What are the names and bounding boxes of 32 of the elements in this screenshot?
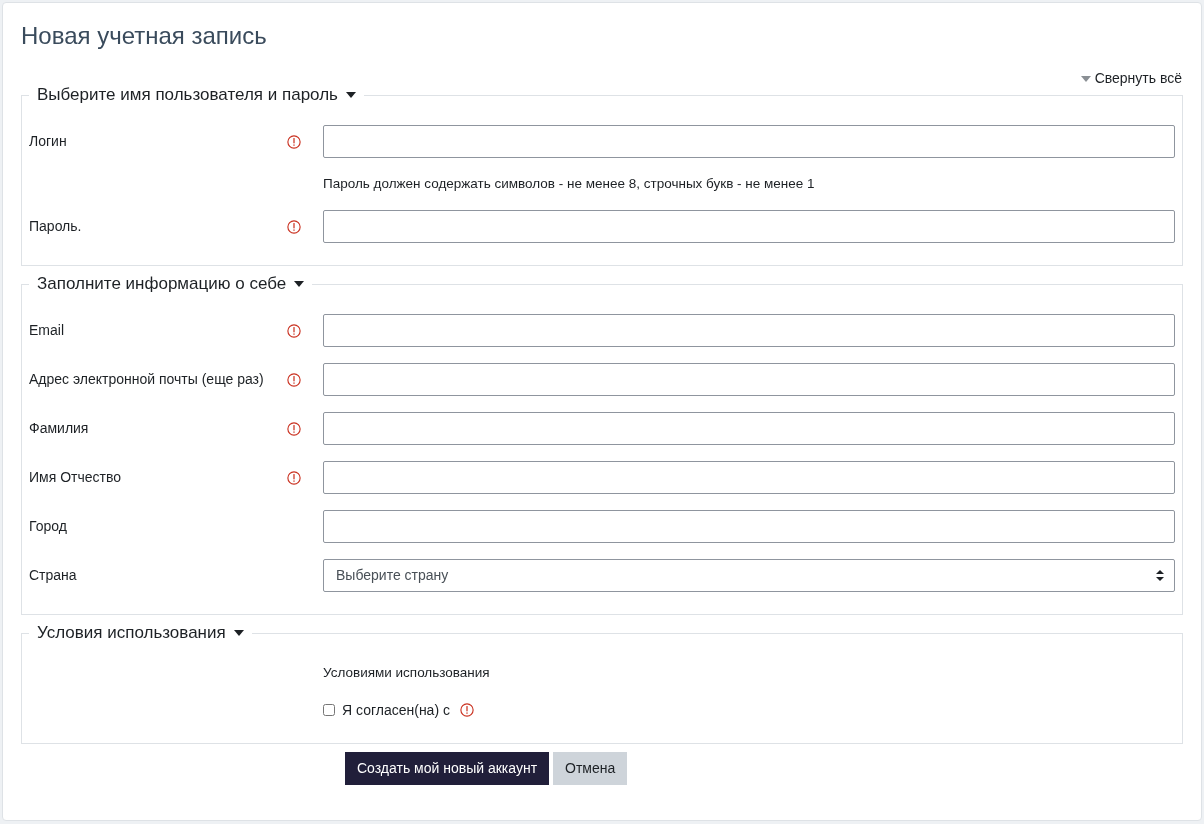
updown-caret-icon — [1156, 570, 1164, 582]
field-label: Имя Отчество — [29, 469, 122, 486]
text-field[interactable] — [323, 461, 1175, 495]
caret-icon — [345, 92, 356, 98]
country-dropdown[interactable]: Выберите страну — [323, 559, 1175, 593]
caret-icon — [1080, 75, 1091, 82]
text-field[interactable] — [323, 363, 1175, 397]
text-field[interactable] — [323, 314, 1175, 348]
hint-text: Условиями использования — [323, 664, 490, 683]
collapse-all-link[interactable]: Свернуть всё — [1080, 68, 1182, 89]
checkbox-label: Я согласен(на) с — [342, 700, 450, 720]
caret-icon — [233, 630, 244, 637]
agree-checkbox[interactable] — [323, 704, 335, 716]
field-label: Город — [29, 518, 67, 535]
section-toggle[interactable]: Выберите имя пользователя и пароль — [29, 83, 364, 107]
field-label: Фамилия — [29, 420, 89, 437]
field-label: Email — [29, 322, 64, 339]
section-toggle[interactable]: Заполните информацию о себе — [29, 272, 313, 297]
cancel-button[interactable]: Отмена — [553, 751, 628, 785]
field-label: Логин — [29, 133, 67, 149]
hint-text: Пароль должен содержать символов - не менее 8, строчных букв - не менее 1 — [323, 175, 815, 193]
caret-icon — [294, 281, 305, 288]
text-field[interactable] — [323, 412, 1175, 446]
page-title: Новая учетная запись — [21, 21, 268, 51]
text-field[interactable] — [323, 510, 1175, 544]
text-field[interactable] — [323, 125, 1175, 158]
section-toggle[interactable]: Условия использования — [29, 621, 252, 646]
field-label: Пароль. — [29, 218, 82, 235]
text-field[interactable] — [323, 210, 1175, 244]
field-label: Страна — [29, 567, 77, 584]
field-label: Адрес электронной почты (еще раз) — [29, 371, 264, 388]
submit-button[interactable]: Создать мой новый аккаунт — [345, 751, 550, 785]
